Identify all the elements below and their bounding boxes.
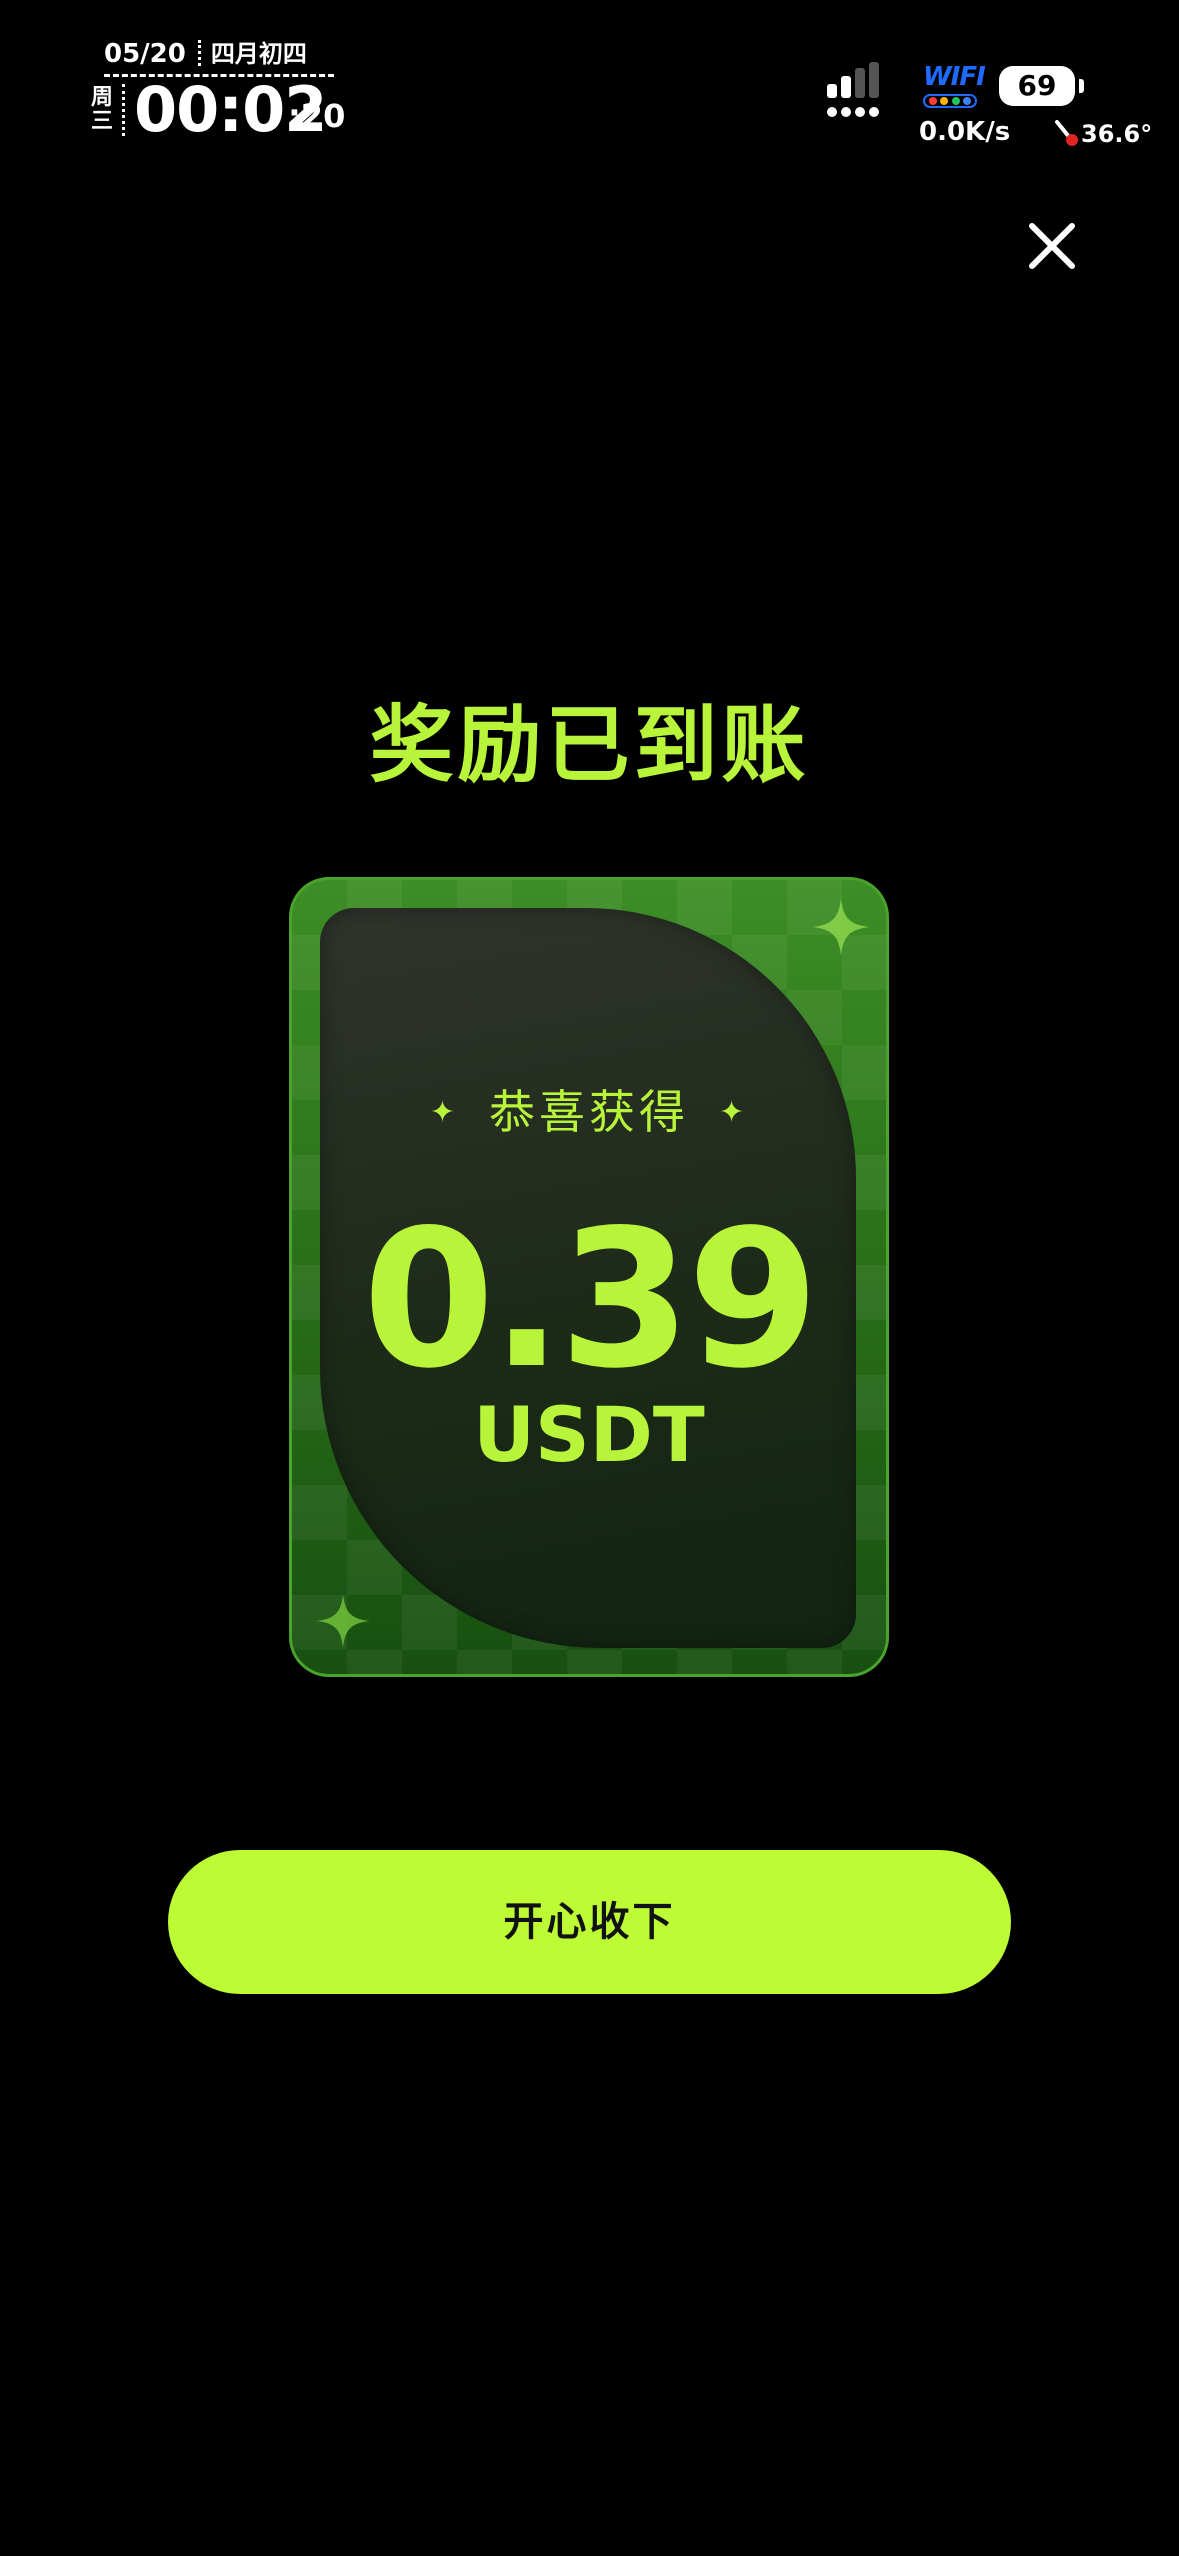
congrats-row: ✦ 恭喜获得 ✦ [292, 1082, 886, 1143]
thermometer-icon [1055, 120, 1078, 146]
sparkle-icon [316, 1594, 370, 1648]
wifi-indicator: WIFI [923, 64, 987, 108]
net-speed: 0.0K/s [919, 117, 1011, 147]
sparkle-right-icon: ✦ [719, 1095, 749, 1130]
wifi-label: WIFI [923, 62, 986, 92]
congrats-label: 恭喜获得 [489, 1085, 689, 1139]
sparkle-icon [812, 898, 870, 956]
status-date: 05/20 [104, 39, 186, 69]
status-bar-left: 05/20 四月初四 周三 00:02 :20 [90, 30, 350, 146]
reward-amount: 0.39 [362, 1189, 820, 1410]
weekday-separator [122, 84, 125, 136]
lunar-date: 四月初四 [210, 40, 307, 68]
reward-currency: USDT [473, 1390, 705, 1479]
temperature: 36.6° [1051, 118, 1152, 150]
date-row: 05/20 四月初四 [104, 34, 334, 77]
signal-icon [827, 62, 879, 117]
reward-card: ✦ 恭喜获得 ✦ 0.39 USDT [289, 877, 889, 1677]
reward-title: 奖励已到账 [369, 696, 810, 794]
battery-cap [1079, 79, 1084, 93]
sparkle-left-icon: ✦ [429, 1095, 459, 1130]
accept-button[interactable]: 开心收下 [168, 1850, 1011, 1994]
temperature-value: 36.6° [1081, 120, 1153, 148]
status-bar-right: WIFI 69 0.0K/s 36.6° [819, 50, 1179, 160]
weekday: 周三 [90, 85, 113, 134]
battery-icon: 69 [999, 66, 1075, 106]
wifi-dots-icon [923, 94, 977, 108]
date-separator [197, 40, 201, 66]
close-icon[interactable] [1026, 220, 1078, 272]
clock-seconds: :20 [288, 97, 346, 135]
